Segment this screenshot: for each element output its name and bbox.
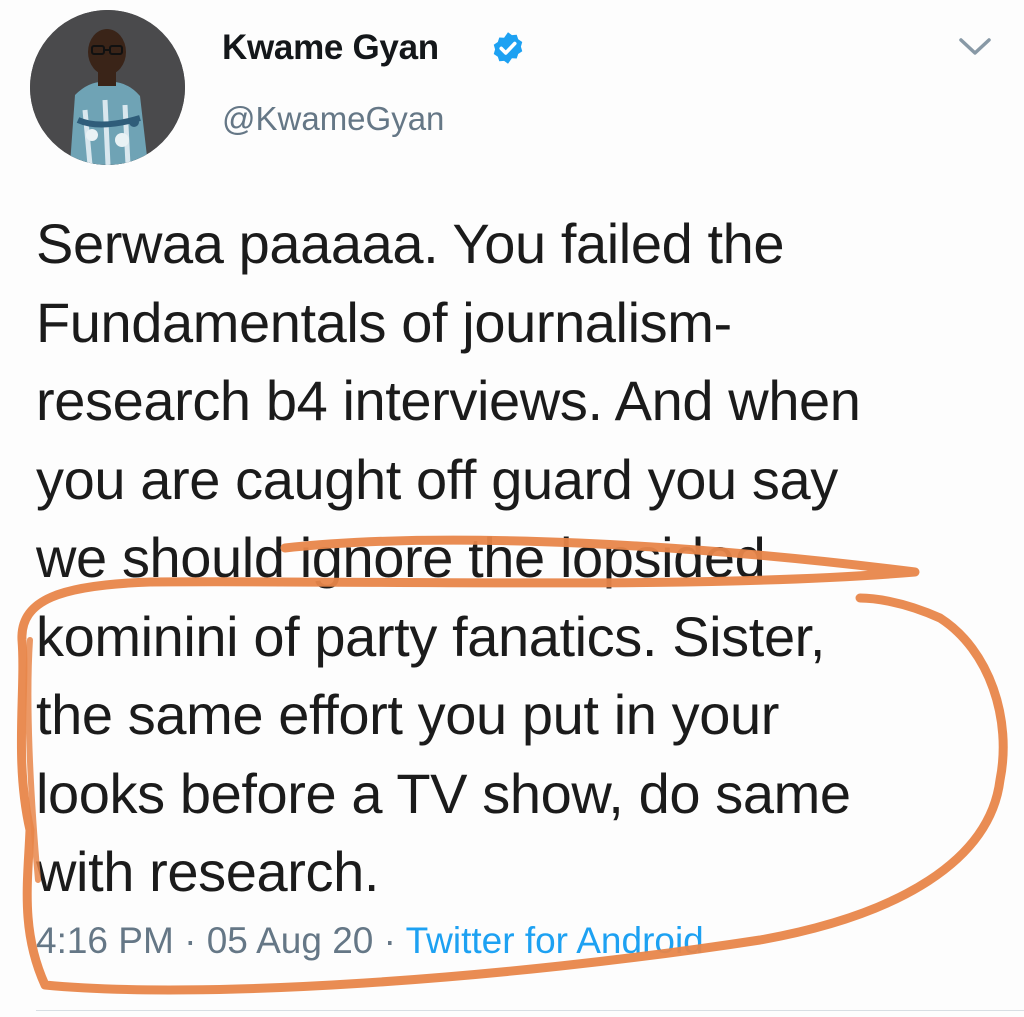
tweet-time[interactable]: 4:16 PM [36,920,174,961]
profile-photo-icon [30,10,185,165]
meta-separator: · [373,920,406,961]
chevron-down-icon[interactable] [958,34,992,60]
user-handle[interactable]: @KwameGyan [222,100,444,138]
tweet-source-link[interactable]: Twitter for Android [406,920,704,961]
tweet-card: Kwame Gyan @KwameGyan Serwaa paaaaa. You… [0,0,1024,1017]
tweet-meta: 4:16 PM · 05 Aug 20 · Twitter for Androi… [36,920,704,962]
display-name[interactable]: Kwame Gyan [222,28,439,68]
tweet-text: Serwaa paaaaa. You failed the Fundamenta… [36,212,861,903]
meta-separator: · [173,920,207,961]
divider [36,1010,1024,1011]
tweet-date[interactable]: 05 Aug 20 [207,920,374,961]
verified-badge-icon [493,32,523,64]
avatar[interactable] [30,10,185,165]
